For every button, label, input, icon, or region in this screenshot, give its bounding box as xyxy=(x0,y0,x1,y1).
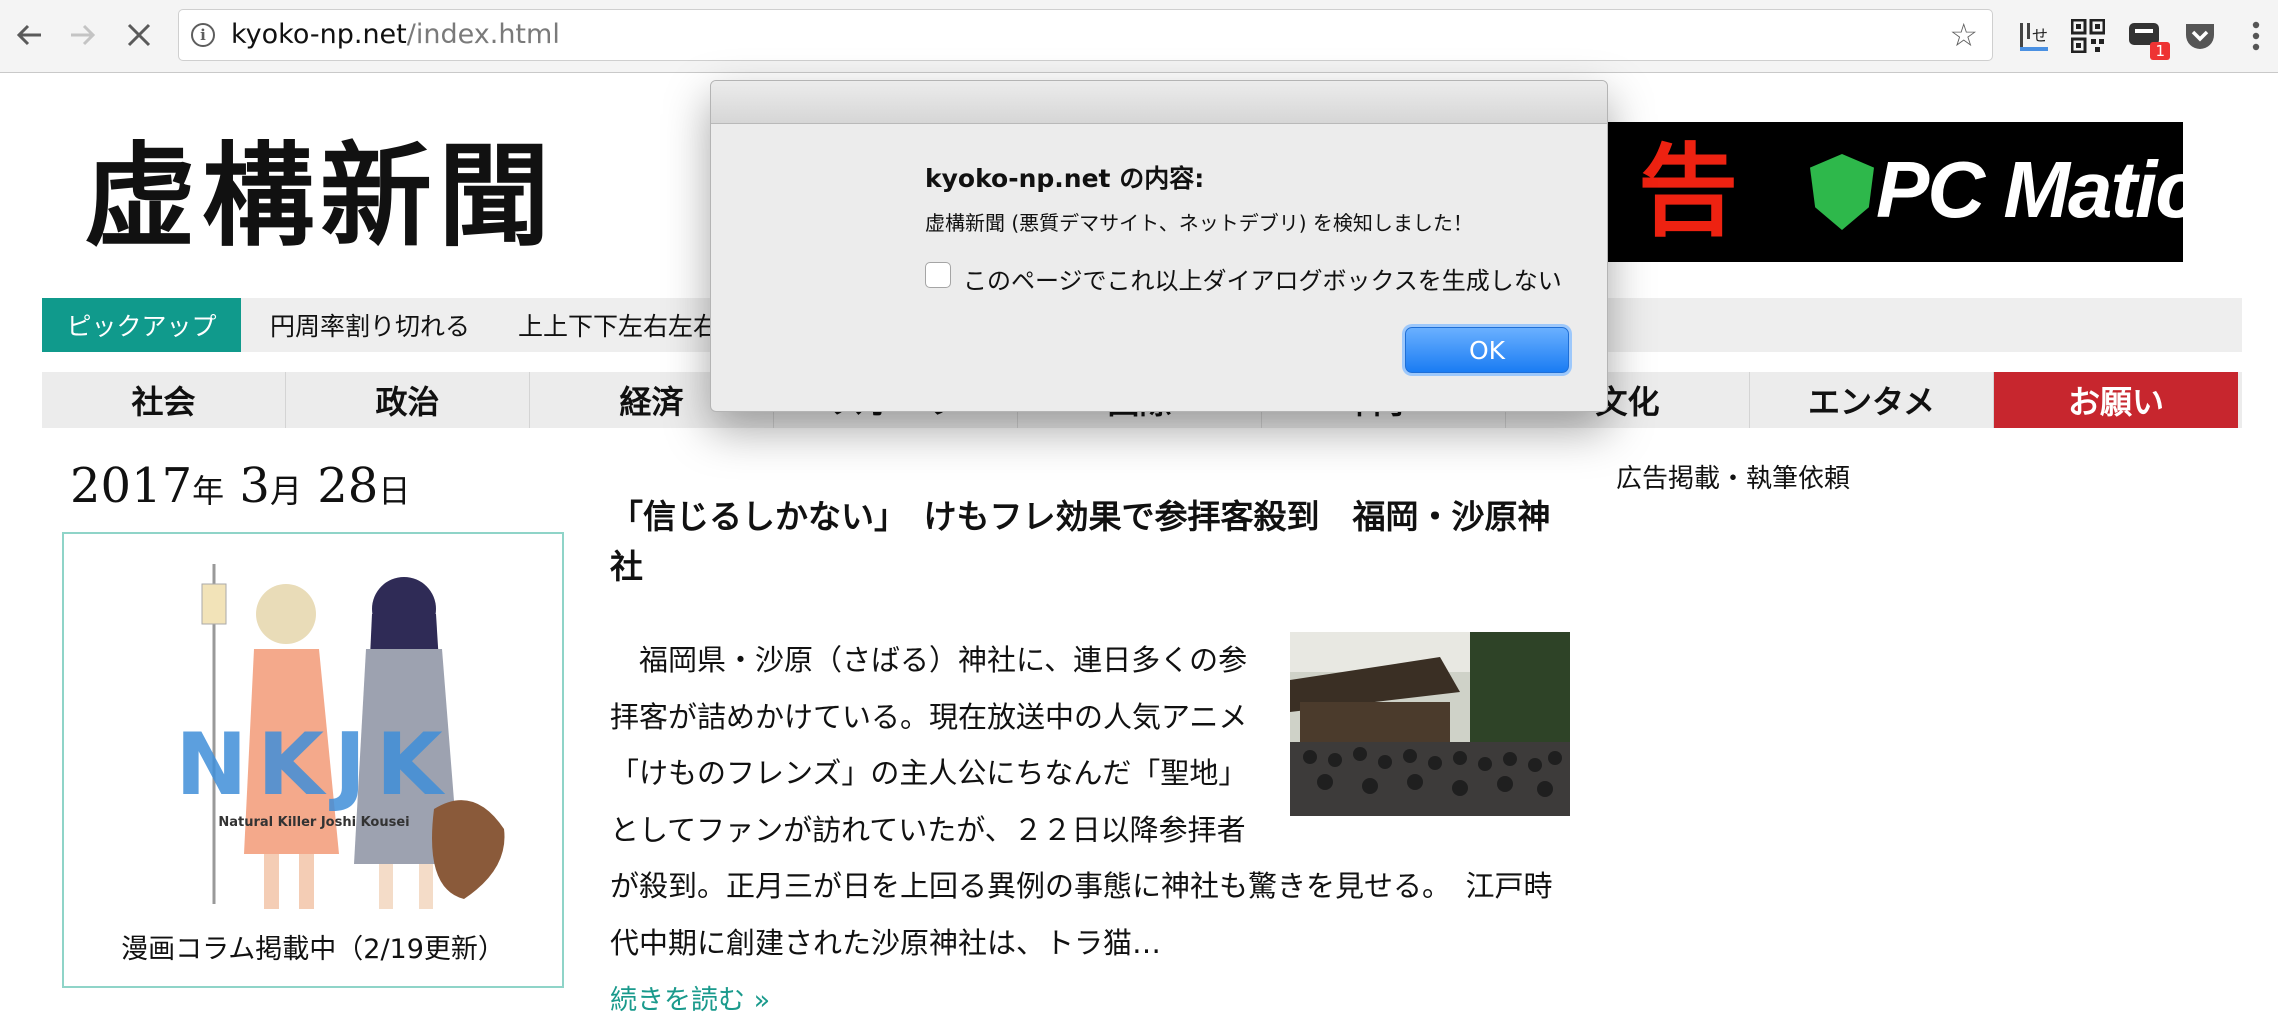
url-text[interactable]: kyoko-np.net/index.html xyxy=(231,20,560,50)
date-year: 2017 xyxy=(70,458,193,514)
manga-caption[interactable]: 漫画コラム掲載中（2/19更新） xyxy=(64,927,562,966)
date-day-unit: 日 xyxy=(378,472,411,510)
dialog-title: kyoko-np.net の内容: xyxy=(925,164,1205,193)
advertising-request-link[interactable]: 広告掲載・執筆依頼 xyxy=(1616,458,1850,495)
furigana-extension-icon[interactable]: せ xyxy=(2014,16,2054,56)
manga-illustration: NKJK Natural Killer Joshi Kousei xyxy=(175,564,505,909)
article-body: 福岡県・沙原（さばる）神社に、連日多くの参拝客が詰めかけている。現在放送中の人気… xyxy=(610,632,1570,971)
ad-brand: PC Matic xyxy=(1876,145,2183,234)
browser-toolbar: i kyoko-np.net/index.html ☆ せ 1 xyxy=(0,0,2278,73)
qr-code-icon[interactable] xyxy=(2068,16,2108,56)
back-icon[interactable] xyxy=(8,14,50,56)
shrine-crowd-photo[interactable] xyxy=(1290,632,1570,816)
suppress-dialogs-label[interactable]: このページでこれ以上ダイアログボックスを生成しない xyxy=(963,261,1562,296)
manga-logo: NKJK xyxy=(175,715,452,815)
pocket-icon[interactable] xyxy=(2180,16,2220,56)
pickup-item[interactable]: 上上下下左右左右 xyxy=(518,298,718,352)
pickup-item[interactable]: 円周率割り切れる xyxy=(270,298,470,352)
date-month: 3 xyxy=(224,458,270,514)
page-date: 2017年 3月 28日 xyxy=(70,458,410,514)
bookmark-star-icon[interactable]: ☆ xyxy=(1949,18,1978,52)
site-logo[interactable]: 虚構新聞 xyxy=(84,132,556,262)
category-entertainment[interactable]: エンタメ xyxy=(1750,372,1994,428)
alert-dialog: kyoko-np.net の内容: 虚構新聞 (悪質デマサイト、ネットデブリ) … xyxy=(710,80,1608,412)
address-bar[interactable]: i kyoko-np.net/index.html ☆ xyxy=(178,9,1993,61)
date-year-unit: 年 xyxy=(192,472,225,510)
info-icon[interactable]: i xyxy=(191,23,215,47)
read-more-link[interactable]: 続きを読む » xyxy=(610,978,770,1017)
pc-matic-shield-icon xyxy=(1810,154,1874,230)
stop-icon[interactable] xyxy=(118,14,160,56)
pickup-label: ピックアップ xyxy=(42,298,241,352)
manga-subtitle: Natural Killer Joshi Kousei xyxy=(218,815,409,830)
date-month-unit: 月 xyxy=(269,472,302,510)
ad-red-text: 告 xyxy=(1638,133,1738,250)
menu-kebab-icon[interactable] xyxy=(2236,16,2276,56)
forward-icon[interactable] xyxy=(62,14,104,56)
category-politics[interactable]: 政治 xyxy=(286,372,530,428)
category-request[interactable]: お願い xyxy=(1994,372,2238,428)
chat-extension-icon[interactable]: 1 xyxy=(2124,16,2170,60)
category-society[interactable]: 社会 xyxy=(42,372,286,428)
url-host: kyoko-np.net xyxy=(231,19,407,50)
date-day: 28 xyxy=(301,458,379,514)
dialog-message: 虚構新聞 (悪質デマサイト、ネットデブリ) を検知しました！ xyxy=(925,211,1473,235)
suppress-dialogs-checkbox[interactable] xyxy=(925,262,951,288)
svg-text:せ: せ xyxy=(2032,26,2048,45)
article-headline[interactable]: 「信じるしかない」 けもフレ効果で参拝客殺到 福岡・沙原神社 xyxy=(610,492,1580,592)
url-path: /index.html xyxy=(406,19,560,50)
ok-button[interactable]: OK xyxy=(1405,327,1569,373)
dialog-titlebar xyxy=(711,81,1607,124)
notification-badge: 1 xyxy=(2150,42,2170,60)
manga-column-banner[interactable]: NKJK Natural Killer Joshi Kousei 漫画コラム掲載… xyxy=(62,532,564,988)
